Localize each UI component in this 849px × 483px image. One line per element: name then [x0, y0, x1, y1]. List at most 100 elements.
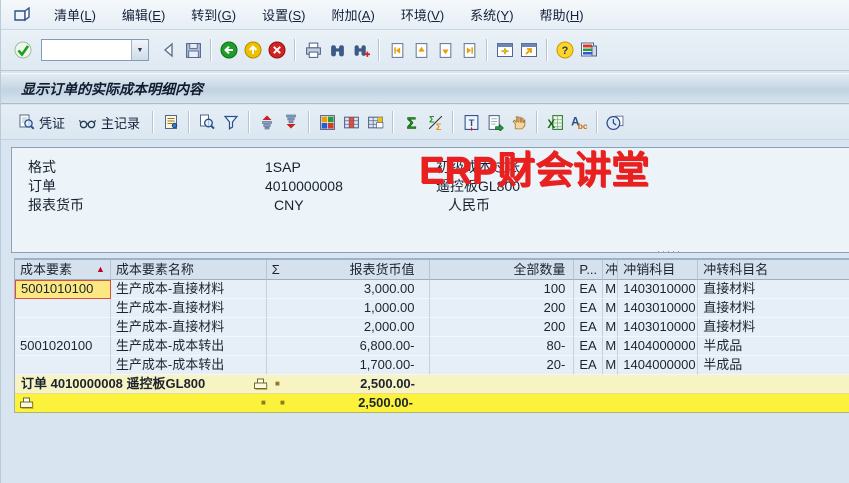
command-dropdown-icon[interactable]: ▼: [131, 40, 148, 60]
cell-quantity[interactable]: 200: [430, 299, 575, 318]
cell-quantity[interactable]: 20-: [430, 356, 575, 375]
menu-list[interactable]: 清单(L): [41, 2, 109, 27]
cell-cost-element[interactable]: [15, 318, 111, 337]
subtotal-row[interactable]: 订单 4010000008 遥控板GL800 ■ 2,500.00-: [15, 375, 849, 394]
menu-settings[interactable]: 设置(S): [249, 2, 318, 27]
cell-unit[interactable]: EA: [574, 299, 603, 318]
first-page-icon[interactable]: [385, 38, 409, 62]
header-offset-flag[interactable]: 冲: [603, 260, 618, 280]
cell-offset-flag[interactable]: M: [603, 337, 618, 356]
menu-extras[interactable]: 附加(A): [318, 2, 387, 27]
cell-account[interactable]: 1403010000: [618, 280, 698, 299]
cell-account[interactable]: 1404000000: [618, 356, 698, 375]
header-offsetting-account[interactable]: 冲销科目: [618, 260, 698, 280]
new-session-icon[interactable]: [493, 38, 517, 62]
last-page-icon[interactable]: [457, 38, 481, 62]
collapse-left-icon[interactable]: [157, 38, 181, 62]
cell-cost-element-name[interactable]: 生产成本-直接材料: [111, 280, 267, 299]
cell-value[interactable]: 1,000.00: [267, 299, 430, 318]
word-processing-icon[interactable]: T: [459, 110, 483, 134]
prev-page-icon[interactable]: [409, 38, 433, 62]
cell-unit[interactable]: EA: [574, 318, 603, 337]
header-total-quantity[interactable]: 全部数量: [430, 260, 575, 280]
cell-cost-element-name[interactable]: 生产成本-直接材料: [111, 299, 267, 318]
print-icon[interactable]: [301, 38, 325, 62]
header-cost-element-name[interactable]: 成本要素名称: [111, 260, 267, 280]
cell-cost-element[interactable]: 5001010100: [15, 280, 111, 299]
choose-detail-icon[interactable]: [507, 110, 531, 134]
menu-bar: 清单(L) 编辑(E) 转到(G) 设置(S) 附加(A) 环境(V) 系统(Y…: [1, 0, 849, 30]
cell-offset-flag[interactable]: M: [603, 318, 618, 337]
cell-account-name[interactable]: 半成品: [698, 356, 849, 375]
command-input[interactable]: [42, 41, 131, 59]
cancel-icon[interactable]: [265, 38, 289, 62]
save-icon[interactable]: [181, 38, 205, 62]
cell-account[interactable]: 1404000000: [618, 337, 698, 356]
menu-system[interactable]: 系统(Y): [457, 2, 526, 27]
master-record-button[interactable]: 主记录: [72, 109, 147, 135]
cell-cost-element-name[interactable]: 生产成本-直接材料: [111, 318, 267, 337]
find-icon[interactable]: [325, 38, 349, 62]
enter-check-icon[interactable]: [11, 38, 35, 62]
cell-offset-flag[interactable]: M: [603, 299, 618, 318]
subtotal-icon[interactable]: Σ Σ: [423, 110, 447, 134]
cell-value[interactable]: 2,000.00: [267, 318, 430, 337]
menu-environment[interactable]: 环境(V): [388, 2, 457, 27]
back-icon[interactable]: [217, 38, 241, 62]
sort-descending-icon[interactable]: [279, 110, 303, 134]
cell-offset-flag[interactable]: M: [603, 356, 618, 375]
cell-offset-flag[interactable]: M: [603, 280, 618, 299]
cell-cost-element-name[interactable]: 生产成本-成本转出: [111, 356, 267, 375]
menu-edit[interactable]: 编辑(E): [109, 2, 178, 27]
sort-ascending-icon[interactable]: [255, 110, 279, 134]
header-unit[interactable]: P...: [574, 260, 603, 280]
insert-column-icon[interactable]: [339, 110, 363, 134]
customize-layout-icon[interactable]: [577, 38, 601, 62]
export-icon[interactable]: [483, 110, 507, 134]
cell-account-name[interactable]: 直接材料: [698, 299, 849, 318]
sum-icon[interactable]: Σ: [399, 110, 423, 134]
create-shortcut-icon[interactable]: [517, 38, 541, 62]
cell-unit[interactable]: EA: [574, 337, 603, 356]
cell-cost-element[interactable]: [15, 356, 111, 375]
grand-total-row[interactable]: ■ ■ 2,500.00-: [15, 394, 849, 413]
cell-cost-element[interactable]: 5001020100: [15, 337, 111, 356]
next-page-icon[interactable]: [433, 38, 457, 62]
cell-unit[interactable]: EA: [574, 280, 603, 299]
performance-clock-icon[interactable]: [603, 110, 627, 134]
cell-quantity[interactable]: 100: [430, 280, 575, 299]
header-cost-element[interactable]: 成本要素 ▲: [15, 260, 111, 280]
find-next-icon[interactable]: [349, 38, 373, 62]
abc-word-icon[interactable]: A bc: [567, 110, 591, 134]
cell-account[interactable]: 1403010000: [618, 318, 698, 337]
excel-icon[interactable]: X: [543, 110, 567, 134]
menu-goto[interactable]: 转到(G): [178, 2, 249, 27]
glasses-icon: [79, 115, 97, 130]
cell-cost-element-name[interactable]: 生产成本-成本转出: [111, 337, 267, 356]
system-menu-icon[interactable]: [11, 6, 33, 24]
exit-icon[interactable]: [241, 38, 265, 62]
cell-value[interactable]: 6,800.00-: [267, 337, 430, 356]
cell-account-name[interactable]: 直接材料: [698, 318, 849, 337]
cell-account-name[interactable]: 直接材料: [698, 280, 849, 299]
cell-cost-element[interactable]: [15, 299, 111, 318]
cell-account[interactable]: 1403010000: [618, 299, 698, 318]
voucher-button[interactable]: 凭证: [11, 109, 72, 135]
header-report-currency-value[interactable]: Σ 报表货币值: [267, 260, 430, 280]
delete-column-icon[interactable]: [363, 110, 387, 134]
cell-value[interactable]: 1,700.00-: [267, 356, 430, 375]
detail-icon[interactable]: [159, 110, 183, 134]
header-offsetting-account-name[interactable]: 冲转科目名: [698, 260, 849, 280]
cell-account-name[interactable]: 半成品: [698, 337, 849, 356]
filter-icon[interactable]: [219, 110, 243, 134]
choose-layout-icon[interactable]: [315, 110, 339, 134]
help-icon[interactable]: ?: [553, 38, 577, 62]
cell-quantity[interactable]: 200: [430, 318, 575, 337]
cell-value[interactable]: 3,000.00: [267, 280, 430, 299]
menu-help[interactable]: 帮助(H): [527, 2, 597, 27]
command-field[interactable]: ▼: [41, 39, 149, 61]
cell-quantity[interactable]: 80-: [430, 337, 575, 356]
search-icon[interactable]: [195, 110, 219, 134]
splitter-dots-handle[interactable]: ·····: [657, 246, 682, 256]
cell-unit[interactable]: EA: [574, 356, 603, 375]
